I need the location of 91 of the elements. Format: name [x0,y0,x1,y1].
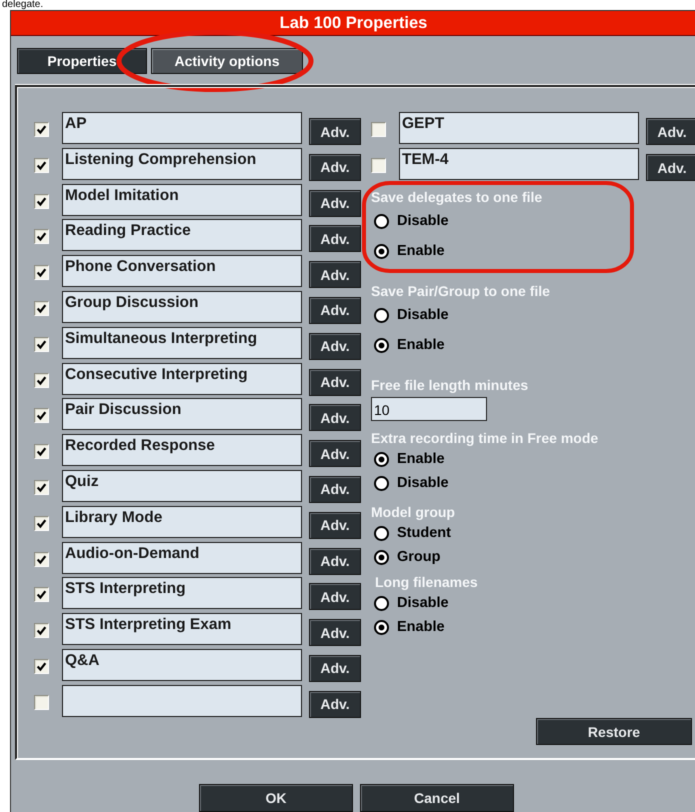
checkbox[interactable] [34,408,49,424]
checkbox[interactable] [34,444,49,460]
activity-field[interactable]: AP [62,112,302,144]
activity-field[interactable]: GEPT [399,112,639,144]
checkbox[interactable] [34,623,49,638]
activity-field[interactable]: Library Mode [62,506,302,538]
option-title: Free file length minutes [371,376,528,394]
advanced-button[interactable]: Adv. [309,512,361,539]
advanced-button[interactable]: Adv. [309,332,361,360]
activity-field[interactable] [62,684,302,717]
radio-button[interactable] [374,244,389,258]
radio-button[interactable] [374,526,389,540]
restore-button[interactable]: Restore [536,718,692,745]
advanced-button[interactable]: Adv. [309,654,361,682]
checkbox[interactable] [371,122,386,137]
checkbox[interactable] [34,587,49,602]
window-title: Lab 100 Properties [11,11,695,36]
checkbox[interactable] [34,336,49,352]
checkbox[interactable] [34,372,49,388]
checkbox[interactable] [371,158,386,173]
checkbox[interactable] [34,229,49,244]
radio-label[interactable]: Disable [397,595,449,611]
activity-field[interactable]: Consecutive Interpreting [62,362,302,395]
checkbox[interactable] [34,694,49,710]
checkbox[interactable] [34,300,49,316]
advanced-button[interactable]: Adv. [309,548,361,575]
advanced-button[interactable]: Adv. [309,404,361,432]
advanced-button[interactable]: Adv. [646,118,695,145]
activity-field[interactable]: Simultaneous Interpreting [62,326,302,359]
advanced-button[interactable]: Adv. [309,225,361,252]
advanced-button[interactable]: Adv. [309,190,361,217]
advanced-button[interactable]: Adv. [309,154,361,181]
activity-field[interactable]: STS Interpreting Exam [62,613,302,646]
advanced-button[interactable]: Adv. [309,476,361,503]
activity-field[interactable]: Audio-on-Demand [62,542,302,574]
checkbox[interactable] [34,480,49,495]
advanced-button[interactable]: Adv. [309,118,361,145]
ok-button[interactable]: OK [199,784,353,812]
minutes-field[interactable]: 10 [371,397,487,421]
activity-field[interactable]: Group Discussion [62,290,302,323]
advanced-button[interactable]: Adv. [309,690,361,718]
radio-label[interactable]: Disable [397,307,449,323]
option-title: Save delegates to one file [371,188,542,206]
caption-text: delegate. [2,0,44,10]
radio-label[interactable]: Enable [397,451,445,467]
tab[interactable]: Properties [17,48,147,74]
checkbox[interactable] [34,194,49,209]
activity-field[interactable]: Recorded Response [62,434,302,466]
activity-field[interactable]: STS Interpreting [62,577,302,610]
advanced-button[interactable]: Adv. [309,583,361,610]
radio-button[interactable] [374,596,389,610]
option-title: Save Pair/Group to one file [371,282,550,300]
radio-label[interactable]: Enable [397,337,445,353]
radio-button[interactable] [374,620,389,634]
radio-label[interactable]: Enable [397,243,445,259]
checkbox[interactable] [34,122,49,137]
activity-field[interactable]: Reading Practice [62,219,302,252]
radio-button[interactable] [374,476,389,490]
radio-label[interactable]: Disable [397,213,449,229]
checkbox[interactable] [34,658,49,674]
advanced-button[interactable]: Adv. [309,368,361,396]
radio-label[interactable]: Enable [397,619,445,635]
activity-field[interactable]: Q&A [62,648,302,681]
advanced-button[interactable]: Adv. [309,440,361,468]
activity-field[interactable]: Quiz [62,470,302,502]
radio-button[interactable] [374,550,389,564]
option-title: Long filenames [375,573,478,591]
activity-field[interactable]: TEM-4 [399,148,639,180]
option-title: Model group [371,503,455,521]
activity-field[interactable]: Pair Discussion [62,398,302,430]
advanced-button[interactable]: Adv. [309,261,361,288]
radio-button[interactable] [374,452,389,466]
radio-button[interactable] [374,308,389,322]
checkbox[interactable] [34,158,49,173]
tab[interactable]: Activity options [151,48,303,74]
advanced-button[interactable]: Adv. [309,619,361,646]
activity-field[interactable]: Model Imitation [62,184,302,216]
radio-label[interactable]: Disable [397,475,449,491]
advanced-button[interactable]: Adv. [309,296,361,324]
checkbox[interactable] [34,516,49,531]
advanced-button[interactable]: Adv. [646,154,695,181]
radio-label[interactable]: Student [397,525,451,541]
checkbox[interactable] [34,552,49,567]
cancel-button[interactable]: Cancel [360,784,514,812]
radio-button[interactable] [374,338,389,352]
activity-field[interactable]: Listening Comprehension [62,148,302,180]
activity-field[interactable]: Phone Conversation [62,255,302,288]
checkbox[interactable] [34,265,49,280]
radio-button[interactable] [374,214,389,228]
option-title: Extra recording time in Free mode [371,429,598,447]
radio-label[interactable]: Group [397,549,440,565]
